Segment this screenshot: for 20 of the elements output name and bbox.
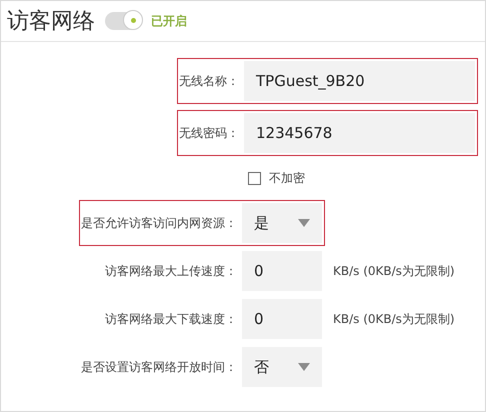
dropdown[interactable]: 否	[242, 347, 322, 387]
field-label: 是否设置访客网络开放时间：	[80, 358, 238, 376]
toggle-switch[interactable]	[105, 12, 141, 30]
field-label: 无线密码：	[178, 124, 240, 142]
field-label: 访客网络最大下载速度：	[104, 310, 238, 328]
caret-icon	[298, 363, 310, 371]
input-field[interactable]: 0	[242, 299, 322, 339]
dropdown[interactable]: 是	[242, 203, 322, 243]
field-label: 访客网络最大上传速度：	[104, 262, 238, 280]
input-field[interactable]: 12345678	[244, 113, 475, 153]
input-field[interactable]: TPGuest_9B20	[244, 61, 475, 101]
section-title: 访客网络	[7, 8, 95, 36]
checkbox[interactable]: 不加密	[248, 170, 305, 186]
field-label: 无线名称：	[178, 72, 240, 90]
unit-note: KB/s (0KB/s为无限制)	[333, 310, 455, 328]
status-label: 已开启	[151, 12, 187, 30]
input-field[interactable]: 0	[242, 251, 322, 291]
field-label: 是否允许访客访问内网资源：	[80, 214, 238, 232]
unit-note: KB/s (0KB/s为无限制)	[333, 262, 455, 280]
caret-icon	[298, 219, 310, 227]
